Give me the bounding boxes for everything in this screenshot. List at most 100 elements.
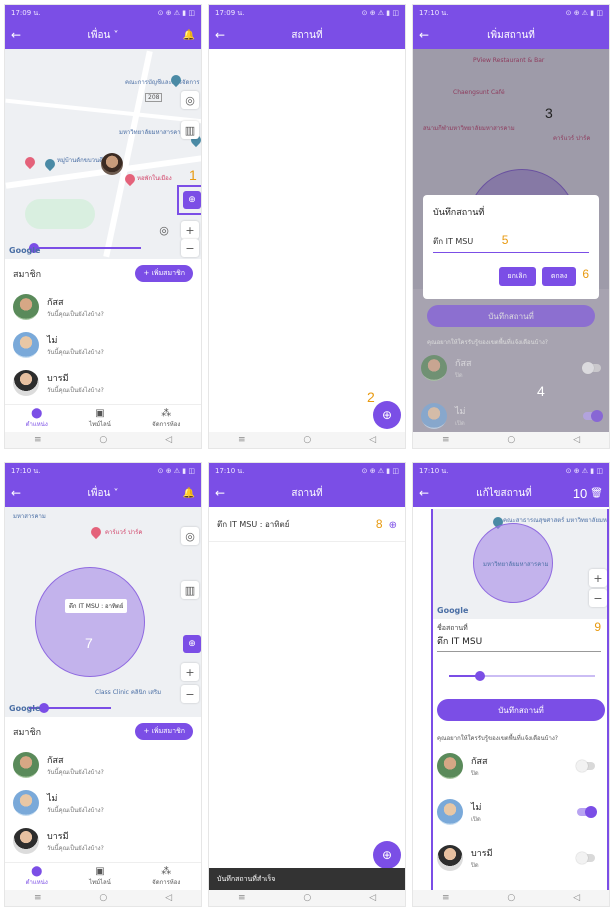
back-icon[interactable]: ◁ [165,893,172,903]
avatar [13,790,39,816]
friends-dropdown[interactable]: เพื่อน ˅ [27,28,179,43]
layers-icon[interactable]: ▥ [181,581,199,599]
notify-member-item[interactable]: บารมี ปิด [429,839,603,877]
back-arrow-icon[interactable]: ← [11,486,27,500]
notify-toggle[interactable] [582,362,601,374]
home-icon[interactable]: ○ [507,435,515,445]
menu-icon[interactable]: ≡ [238,435,246,445]
back-arrow-icon[interactable]: ← [215,486,231,500]
cancel-button[interactable]: ยกเลิก [498,267,536,286]
map-pin-icon[interactable] [88,524,104,540]
member-item[interactable]: บารมี วันนี้คุณเป็นยังไงบ้าง? [5,822,201,860]
back-icon[interactable]: ◁ [165,435,172,445]
map-view[interactable]: คณะการบัญชีและการจัดการ มหาวิทยาลัยมหาสา… [5,49,201,259]
radius-slider-thumb[interactable] [475,671,485,681]
back-arrow-icon[interactable]: ← [419,28,435,42]
notify-toggle[interactable] [577,806,597,818]
edit-place-icon[interactable]: ⊕ [389,520,397,531]
radius-slider-thumb[interactable] [39,703,49,713]
menu-icon[interactable]: ≡ [34,893,42,903]
zoom-in-icon[interactable]: + [589,569,607,587]
back-icon[interactable]: ◁ [369,893,376,903]
status-bar: 17:10 น. ⊙ ⊕ ⚠ ▮ ◫ [413,463,609,479]
layers-icon[interactable]: ▥ [181,121,199,139]
bell-icon[interactable]: 🔔 [179,488,195,499]
back-icon[interactable]: ◁ [573,893,580,903]
home-icon[interactable]: ○ [507,893,515,903]
nav-timeline[interactable]: ▣ ไทม์ไลน์ [89,866,111,887]
save-place-button[interactable]: บันทึกสถานที่ [427,305,595,327]
system-nav: ≡ ○ ◁ [413,432,609,448]
notify-member-item[interactable]: ไม่ เปิด [413,397,609,435]
zoom-out-icon[interactable]: − [181,685,199,703]
zoom-in-icon[interactable]: + [181,663,199,681]
member-item[interactable]: กัสส วันนี้คุณเป็นยังไงบ้าง? [5,746,201,784]
delete-icon[interactable]: 🗑 [590,488,603,499]
menu-icon[interactable]: ≡ [34,435,42,445]
save-place-button[interactable]: บันทึกสถานที่ [437,699,605,721]
zoom-out-icon[interactable]: − [589,589,607,607]
step-marker: 1 [189,167,197,183]
member-name: บารมี [47,832,69,842]
member-item[interactable]: กัสส วันนี้คุณเป็นยังไงบ้าง? [5,288,201,326]
nav-location[interactable]: ⬤ ตำแหน่ง [26,408,48,429]
friends-dropdown[interactable]: เพื่อน ˅ [27,486,179,501]
zoom-out-icon[interactable]: − [181,239,199,257]
add-place-fab[interactable]: ⊕ [373,841,401,869]
notify-member-item[interactable]: ไม่ เปิด [429,793,603,831]
radius-slider[interactable] [29,247,141,249]
map-pin-icon[interactable] [42,156,58,172]
map-view[interactable]: มหาสารคาม คาร์แวร์ ปาร์ค ตึก IT MSU : อา… [5,507,201,717]
bell-icon[interactable]: 🔔 [179,30,195,41]
home-icon[interactable]: ○ [99,435,107,445]
recenter-icon[interactable]: ◎ [155,221,173,239]
my-location-icon[interactable]: ◎ [181,91,199,109]
place-list-item[interactable]: ตึก IT MSU : อาทิตย์ 8 ⊕ [209,507,405,542]
geofence-circle[interactable] [35,567,145,677]
add-member-label: เพิ่มสมาชิก [151,727,185,735]
my-location-icon[interactable]: ◎ [181,527,199,545]
members-title: สมาชิก [13,727,42,738]
add-member-button[interactable]: + เพิ่มสมาชิก [135,265,193,282]
add-place-icon[interactable]: ⊕ [183,635,201,653]
notify-member-item[interactable]: กัสส ปิด [413,349,609,387]
notify-question: คุณอยากให้ใครรับรู้ของเขตพื้นที่แจ้งเตือ… [437,735,558,742]
back-icon[interactable]: ◁ [573,435,580,445]
google-logo: Google [437,606,469,615]
member-status: วันนี้คุณเป็นยังไงบ้าง? [47,807,104,814]
back-arrow-icon[interactable]: ← [215,28,231,42]
notify-member-item[interactable]: กัสส ปิด [429,747,603,785]
back-arrow-icon[interactable]: ← [11,28,27,42]
member-item[interactable]: ไม่ วันนี้คุณเป็นยังไงบ้าง? [5,784,201,822]
nav-manage-rooms[interactable]: ⁂ จัดการห้อง [152,408,180,429]
friend-avatar-marker[interactable] [101,153,123,175]
add-place-fab[interactable]: ⊕ [373,401,401,429]
back-arrow-icon[interactable]: ← [419,486,435,500]
add-member-button[interactable]: + เพิ่มสมาชิก [135,723,193,740]
home-icon[interactable]: ○ [99,893,107,903]
menu-icon[interactable]: ≡ [442,435,450,445]
notify-toggle[interactable] [576,852,595,864]
place-name-input[interactable]: ตึก IT MSU 5 [433,233,589,253]
nav-location[interactable]: ⬤ ตำแหน่ง [26,866,48,887]
notify-toggle[interactable] [576,760,595,772]
step-marker: 9 [594,620,601,634]
status-bar: 17:09 น. ⊙ ⊕ ⚠ ▮ ◫ [5,5,201,21]
member-item[interactable]: ไม่ วันนี้คุณเป็นยังไงบ้าง? [5,326,201,364]
nav-manage-rooms[interactable]: ⁂ จัดการห้อง [152,866,180,887]
ok-button[interactable]: ตกลง [541,267,577,286]
map-view[interactable]: คณะสาธารณสุขศาสตร์ มหาวิทยาลัยมหาสารคาม … [433,509,607,619]
field-value: ตึก IT MSU [437,637,483,647]
menu-icon[interactable]: ≡ [238,893,246,903]
add-member-label: เพิ่มสมาชิก [151,269,185,277]
place-name-field[interactable]: ชื่อสถานที่ ตึก IT MSU 9 [437,620,601,652]
back-icon[interactable]: ◁ [369,435,376,445]
member-item[interactable]: บารมี วันนี้คุณเป็นยังไงบ้าง? [5,364,201,402]
home-icon[interactable]: ○ [303,435,311,445]
nav-timeline[interactable]: ▣ ไทม์ไลน์ [89,408,111,429]
zoom-in-icon[interactable]: + [181,221,199,239]
map-pin-icon[interactable] [22,154,38,170]
notify-toggle[interactable] [583,410,603,422]
home-icon[interactable]: ○ [303,893,311,903]
menu-icon[interactable]: ≡ [442,893,450,903]
